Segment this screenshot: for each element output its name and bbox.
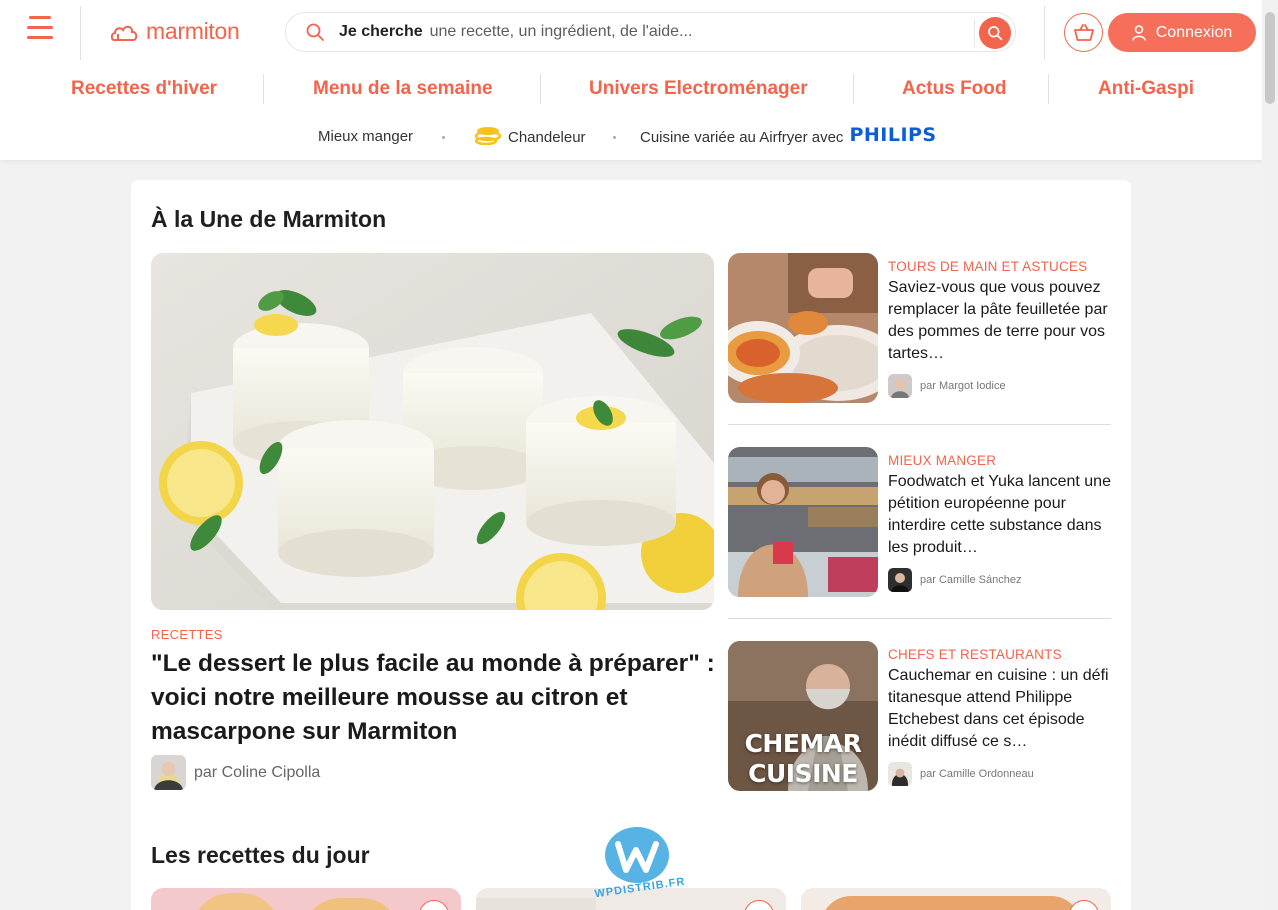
- search-label: Je cherche: [339, 23, 423, 40]
- subnav-label: Cuisine variée au Airfryer avec: [640, 128, 844, 146]
- avatar: [151, 755, 186, 790]
- chef-hat-logo-icon: [110, 25, 138, 41]
- site-header: marmiton Je cherche Connexion R: [0, 0, 1262, 160]
- article-title[interactable]: Saviez-vous que vous pouvez remplacer la…: [888, 277, 1113, 365]
- article-author: par Camille Sánchez: [888, 568, 1022, 592]
- basket-button[interactable]: [1064, 13, 1103, 52]
- tv-show-logo: CHEMAR CUISINE: [744, 729, 862, 788]
- avatar: [888, 568, 912, 592]
- subnav-label: Mieux manger: [318, 128, 414, 145]
- article-author: par Margot Iodice: [888, 374, 1006, 398]
- article-divider: [728, 618, 1111, 619]
- nav-separator: [263, 74, 264, 104]
- subnav-item-chandeleur[interactable]: Chandeleur: [474, 125, 586, 146]
- article-category[interactable]: TOURS DE MAIN ET ASTUCES: [888, 259, 1087, 274]
- recipe-card[interactable]: [151, 888, 461, 910]
- nav-separator: [853, 74, 854, 104]
- favorite-heart-button[interactable]: [744, 900, 774, 910]
- marmiton-logo[interactable]: marmiton: [110, 18, 240, 45]
- header-divider: [1044, 6, 1045, 60]
- login-label: Connexion: [1155, 23, 1233, 41]
- author-name: par Camille Sánchez: [920, 574, 1022, 586]
- menu-icon[interactable]: [27, 16, 55, 42]
- side-article-2[interactable]: MIEUX MANGER Foodwatch et Yuka lancent u…: [728, 447, 1111, 597]
- page-scrollbar[interactable]: [1262, 0, 1278, 910]
- section-title-recettes-du-jour: Les recettes du jour: [151, 842, 370, 868]
- tarte-pommes-de-terre-photo: [728, 253, 878, 403]
- nav-item-actus-food[interactable]: Actus Food: [902, 78, 1007, 100]
- subnav-item-mieux-manger[interactable]: Mieux manger: [318, 128, 413, 145]
- nav-item-menu-semaine[interactable]: Menu de la semaine: [313, 78, 493, 100]
- subnav-dot: [442, 136, 445, 139]
- favorite-heart-button[interactable]: [1069, 900, 1099, 910]
- avatar: [888, 762, 912, 786]
- search-button[interactable]: [979, 17, 1011, 49]
- sub-nav: Mieux manger Chandeleur Cuisine variée a…: [0, 124, 1262, 152]
- une-card: À la Une de Marmiton RECETTES "Le desser…: [131, 180, 1131, 910]
- author-name: par Coline Cipolla: [194, 763, 321, 781]
- search-button-icon: [988, 26, 1003, 41]
- author-name: par Camille Ordonneau: [920, 768, 1034, 780]
- main-nav: Recettes d'hiver Menu de la semaine Univ…: [0, 72, 1262, 106]
- nav-item-univers-electromenager[interactable]: Univers Electroménager: [589, 78, 808, 100]
- article-category[interactable]: CHEFS ET RESTAURANTS: [888, 647, 1062, 662]
- subnav-item-airfryer[interactable]: Cuisine variée au Airfryer avec PHILIPS: [640, 124, 937, 146]
- logo-text: marmiton: [146, 18, 240, 44]
- avatar: [888, 374, 912, 398]
- article-divider: [728, 424, 1111, 425]
- article-category[interactable]: MIEUX MANGER: [888, 453, 996, 468]
- article-title[interactable]: Cauchemar en cuisine : un défi titanesqu…: [888, 665, 1113, 753]
- side-article-3[interactable]: CHEMAR CUISINE CHEFS ET RESTAURANTS Cauc…: [728, 641, 1111, 791]
- subnav-label: Chandeleur: [508, 128, 586, 146]
- section-title-une: À la Une de Marmiton: [151, 206, 387, 232]
- nav-separator: [1048, 74, 1049, 104]
- author-name: par Margot Iodice: [920, 380, 1006, 392]
- side-article-1[interactable]: TOURS DE MAIN ET ASTUCES Saviez-vous que…: [728, 253, 1111, 403]
- recipe-card[interactable]: [476, 888, 786, 910]
- recipe-image: [821, 896, 1081, 910]
- scrollbar-thumb[interactable]: [1265, 12, 1275, 104]
- header-divider: [80, 6, 81, 60]
- nav-separator: [540, 74, 541, 104]
- hero-author: par Coline Cipolla: [151, 755, 320, 790]
- philips-logo: PHILIPS: [849, 124, 937, 146]
- subnav-dot: [613, 136, 616, 139]
- crepe-icon: [474, 127, 502, 145]
- search-input[interactable]: [429, 23, 970, 41]
- favorite-heart-button[interactable]: [419, 900, 449, 910]
- search-icon: [306, 23, 324, 41]
- recipe-image: [301, 898, 401, 910]
- supermarche-photo: [728, 447, 878, 597]
- user-icon: [1131, 24, 1146, 41]
- basket-icon: [1073, 23, 1094, 41]
- hero-title[interactable]: "Le dessert le plus facile au monde à pr…: [151, 647, 721, 749]
- article-thumbnail[interactable]: [728, 447, 878, 597]
- nav-item-anti-gaspi[interactable]: Anti-Gaspi: [1098, 78, 1194, 100]
- search-divider: [974, 19, 975, 47]
- nav-item-recettes-hiver[interactable]: Recettes d'hiver: [71, 78, 217, 100]
- recipe-image: [191, 893, 281, 910]
- hero-category[interactable]: RECETTES: [151, 627, 223, 642]
- search-bar[interactable]: Je cherche: [285, 12, 1016, 52]
- article-thumbnail[interactable]: [728, 253, 878, 403]
- mousse-citron-photo: [151, 253, 714, 610]
- article-author: par Camille Ordonneau: [888, 762, 1034, 786]
- hero-image[interactable]: [151, 253, 714, 610]
- article-thumbnail[interactable]: CHEMAR CUISINE: [728, 641, 878, 791]
- recipe-card[interactable]: [801, 888, 1111, 910]
- login-button[interactable]: Connexion: [1108, 13, 1256, 52]
- article-title[interactable]: Foodwatch et Yuka lancent une pétition e…: [888, 471, 1113, 559]
- recipe-image: [476, 898, 596, 910]
